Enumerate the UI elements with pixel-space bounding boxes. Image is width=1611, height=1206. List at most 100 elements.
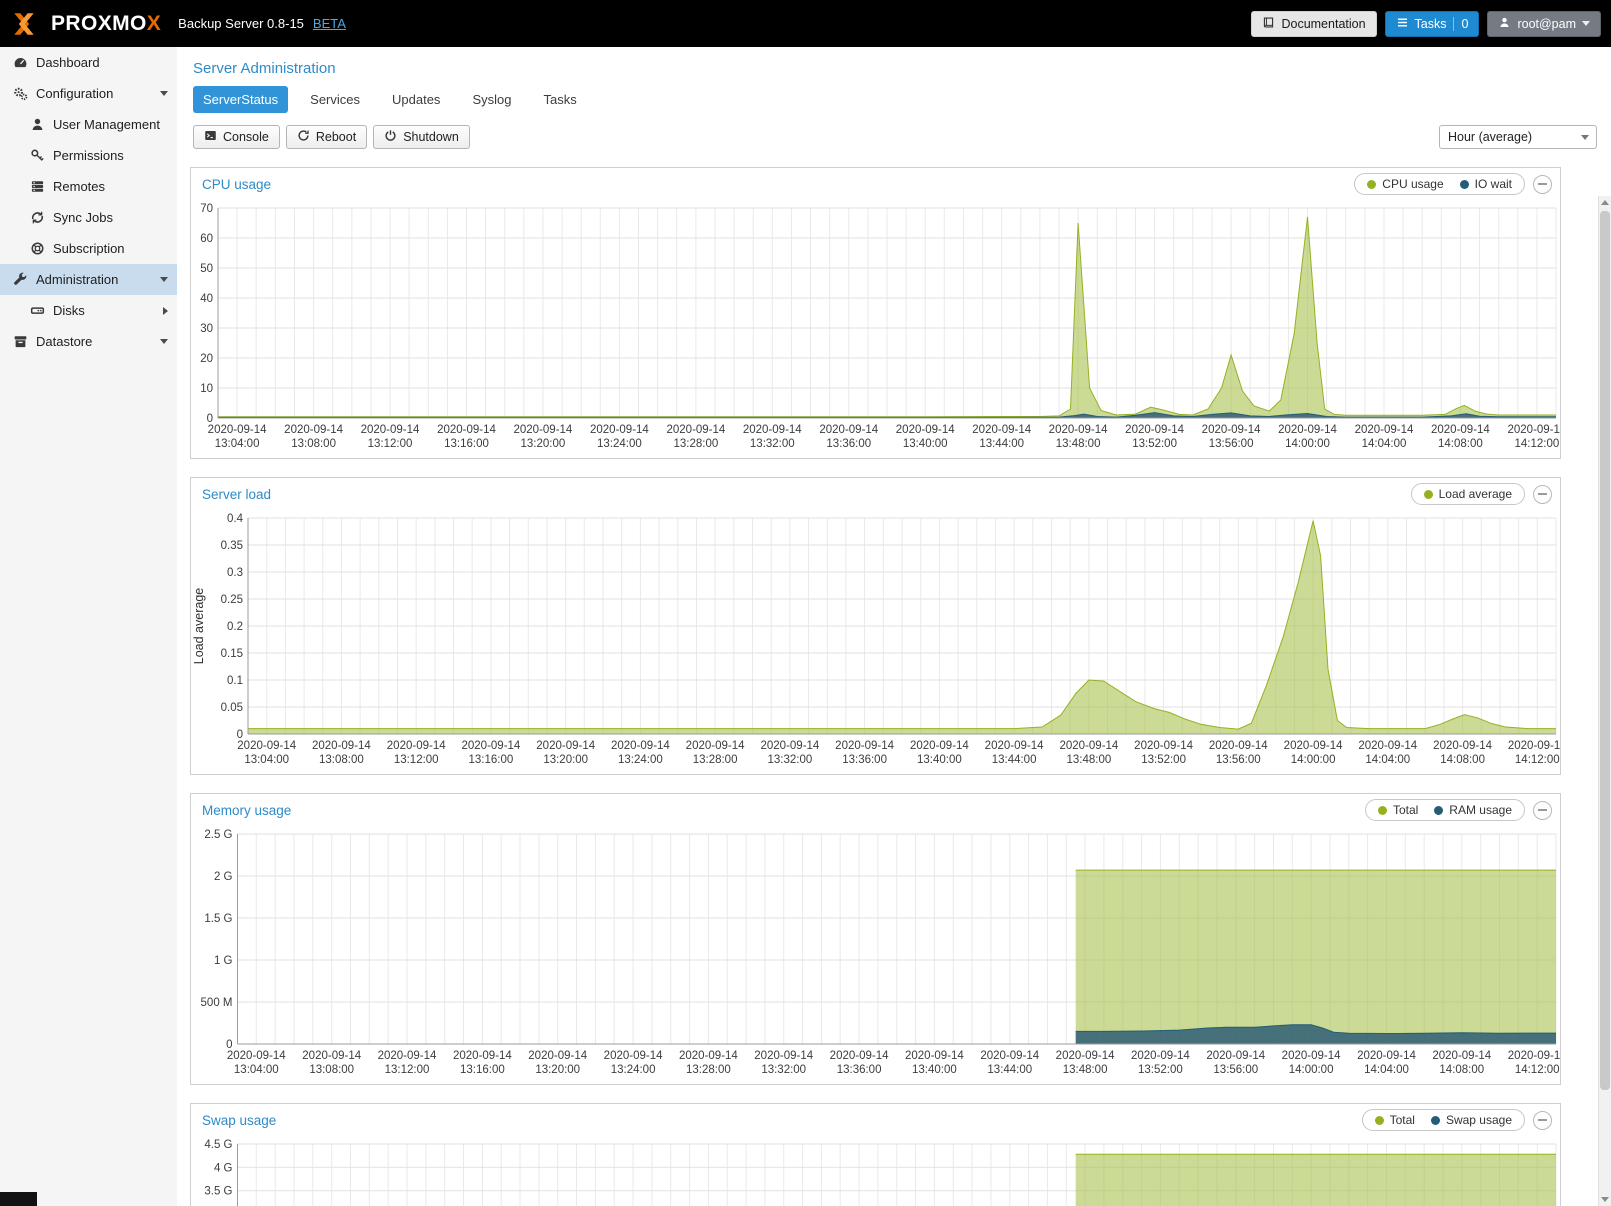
svg-text:2020-09-14: 2020-09-14 <box>1049 424 1108 436</box>
collapse-panel-button[interactable] <box>1533 485 1552 504</box>
legend-dot-icon <box>1434 806 1443 815</box>
svg-text:2020-09-14: 2020-09-14 <box>666 424 725 436</box>
sidebar-item-sync-jobs[interactable]: Sync Jobs <box>0 202 177 233</box>
svg-text:2020-09-14: 2020-09-14 <box>237 740 296 752</box>
svg-text:2020-09-14: 2020-09-14 <box>910 740 969 752</box>
svg-text:2020-09-14: 2020-09-14 <box>437 424 496 436</box>
caret-down-icon <box>160 339 168 344</box>
svg-text:0.3: 0.3 <box>227 567 243 579</box>
tab-updates[interactable]: Updates <box>382 86 450 113</box>
tab-serverstatus[interactable]: ServerStatus <box>193 86 288 113</box>
svg-text:2020-09-14: 2020-09-14 <box>611 740 670 752</box>
user-menu-button[interactable]: root@pam <box>1487 11 1601 37</box>
svg-text:13:28:00: 13:28:00 <box>686 1064 731 1076</box>
svg-text:2020-09-14: 2020-09-14 <box>1131 1050 1190 1062</box>
svg-text:2020-09-14: 2020-09-14 <box>528 1050 587 1062</box>
sidebar-item-administration[interactable]: Administration <box>0 264 177 295</box>
svg-text:13:32:00: 13:32:00 <box>761 1064 806 1076</box>
legend-dot-icon <box>1424 490 1433 499</box>
sidebar-item-dashboard[interactable]: Dashboard <box>0 47 177 78</box>
legend-label: Swap usage <box>1446 1113 1512 1127</box>
sidebar-item-datastore[interactable]: Datastore <box>0 326 177 357</box>
legend-item[interactable]: IO wait <box>1460 177 1512 191</box>
svg-text:2020-09-14: 2020-09-14 <box>1357 1050 1416 1062</box>
svg-text:14:00:00: 14:00:00 <box>1291 754 1336 766</box>
collapse-panel-button[interactable] <box>1533 1111 1552 1130</box>
svg-text:0.15: 0.15 <box>221 648 243 660</box>
legend-label: Total <box>1390 1113 1415 1127</box>
timeframe-select[interactable]: Hour (average) <box>1439 125 1597 149</box>
svg-text:13:16:00: 13:16:00 <box>444 438 489 450</box>
svg-text:13:12:00: 13:12:00 <box>368 438 413 450</box>
sidebar-item-remotes[interactable]: Remotes <box>0 171 177 202</box>
svg-text:2020-09-14: 2020-09-14 <box>1432 1050 1491 1062</box>
reboot-button[interactable]: Reboot <box>286 125 367 149</box>
legend-item[interactable]: Total <box>1378 803 1418 817</box>
svg-text:2020-09-14: 2020-09-14 <box>461 740 520 752</box>
cpu-usage-chart-svg: 0102030405060702020-09-1413:04:002020-09… <box>191 198 1560 458</box>
remotes-icon <box>30 179 45 194</box>
tab-tasks[interactable]: Tasks <box>533 86 586 113</box>
caret-down-icon <box>160 277 168 282</box>
legend-item[interactable]: Total <box>1375 1113 1415 1127</box>
scrollbar-thumb[interactable] <box>1600 211 1610 1090</box>
svg-text:2020-09-14: 2020-09-14 <box>985 740 1044 752</box>
server-load-panel: Server load Load average 00.050.10.150.2… <box>190 477 1561 775</box>
svg-text:2020-09-14: 2020-09-14 <box>1355 424 1414 436</box>
scroll-down-button[interactable] <box>1599 1193 1611 1206</box>
collapse-panel-button[interactable] <box>1533 801 1552 820</box>
svg-text:13:04:00: 13:04:00 <box>215 438 260 450</box>
svg-text:2020-09-14: 2020-09-14 <box>604 1050 663 1062</box>
swap-usage-chart: 0500 M1 G1.5 G2 G2.5 G3 G3.5 G4 G4.5 G20… <box>191 1134 1560 1206</box>
tab-services[interactable]: Services <box>300 86 370 113</box>
cpu-usage-chart: 0102030405060702020-09-1413:04:002020-09… <box>191 198 1560 458</box>
legend-dot-icon <box>1378 806 1387 815</box>
legend-dot-icon <box>1367 180 1376 189</box>
legend-item[interactable]: Load average <box>1424 487 1512 501</box>
documentation-button[interactable]: Documentation <box>1251 11 1376 37</box>
svg-text:2020-09-14: 2020-09-14 <box>1508 740 1560 752</box>
svg-text:13:40:00: 13:40:00 <box>917 754 962 766</box>
legend-dot-icon <box>1431 1116 1440 1125</box>
legend-item[interactable]: RAM usage <box>1434 803 1512 817</box>
charts-area: CPU usage CPU usageIO wait 0102030405060… <box>177 157 1611 1206</box>
sidebar-item-configuration[interactable]: Configuration <box>0 78 177 109</box>
svg-text:0.35: 0.35 <box>221 540 243 552</box>
svg-text:13:48:00: 13:48:00 <box>1056 438 1101 450</box>
beta-link[interactable]: BETA <box>313 16 346 31</box>
svg-text:2020-09-14: 2020-09-14 <box>513 424 572 436</box>
disk-icon <box>30 303 45 318</box>
svg-text:13:36:00: 13:36:00 <box>842 754 887 766</box>
panel-header: Memory usage TotalRAM usage <box>191 794 1560 824</box>
legend-item[interactable]: Swap usage <box>1431 1113 1512 1127</box>
svg-text:13:56:00: 13:56:00 <box>1216 754 1261 766</box>
sidebar-item-subscription[interactable]: Subscription <box>0 233 177 264</box>
svg-text:2020-09-14: 2020-09-14 <box>227 1050 286 1062</box>
swap-usage-chart-svg: 0500 M1 G1.5 G2 G2.5 G3 G3.5 G4 G4.5 G20… <box>191 1134 1560 1206</box>
svg-text:2020-09-14: 2020-09-14 <box>453 1050 512 1062</box>
svg-text:2020-09-14: 2020-09-14 <box>1508 1050 1560 1062</box>
tab-syslog[interactable]: Syslog <box>462 86 521 113</box>
scrollbar[interactable] <box>1598 196 1611 1206</box>
scroll-up-button[interactable] <box>1599 196 1611 209</box>
svg-text:2020-09-14: 2020-09-14 <box>1431 424 1490 436</box>
proxmox-logo-icon <box>10 10 38 38</box>
svg-text:10: 10 <box>200 383 213 395</box>
shutdown-button[interactable]: Shutdown <box>373 125 470 149</box>
server-load-chart: 00.050.10.150.20.250.30.350.42020-09-141… <box>191 508 1560 774</box>
svg-text:2020-09-14: 2020-09-14 <box>754 1050 813 1062</box>
legend-item[interactable]: CPU usage <box>1367 177 1443 191</box>
svg-text:13:28:00: 13:28:00 <box>674 438 719 450</box>
console-button[interactable]: Console <box>193 125 280 149</box>
collapse-panel-button[interactable] <box>1533 175 1552 194</box>
svg-text:14:08:00: 14:08:00 <box>1438 438 1483 450</box>
top-bar: PROXMOX Backup Server 0.8-15 BETA Docume… <box>0 0 1611 47</box>
tasks-button[interactable]: Tasks 0 <box>1385 11 1480 37</box>
sync-icon <box>30 210 45 225</box>
chart-legend: CPU usage IO wait <box>1354 173 1525 195</box>
svg-text:2020-09-14: 2020-09-14 <box>743 424 802 436</box>
sidebar-item-disks[interactable]: Disks <box>0 295 177 326</box>
chart-legend: Load average <box>1411 483 1525 505</box>
sidebar-item-user-management[interactable]: User Management <box>0 109 177 140</box>
sidebar-item-permissions[interactable]: Permissions <box>0 140 177 171</box>
